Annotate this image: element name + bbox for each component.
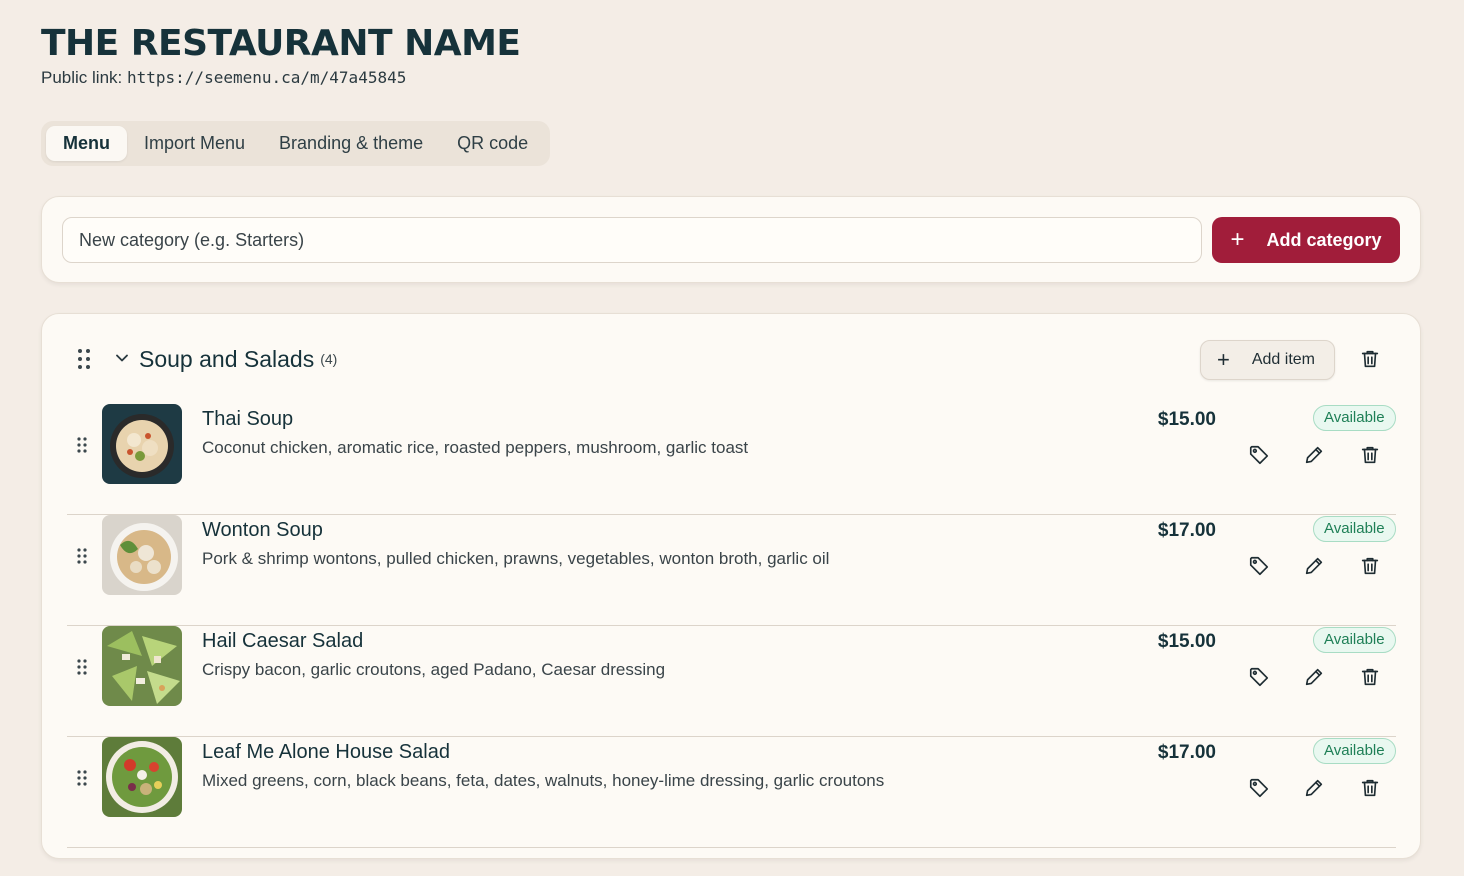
drag-handle-icon[interactable] <box>77 348 91 375</box>
item-photo[interactable] <box>102 404 182 484</box>
category-count: (4) <box>320 351 338 367</box>
category-name: Soup and Salads (4) <box>139 346 337 373</box>
drag-handle-icon[interactable] <box>77 770 87 791</box>
item-description: Crispy bacon, garlic croutons, aged Pada… <box>202 660 666 679</box>
add-item-label: Add item <box>1251 351 1315 368</box>
category-header: Soup and Salads (4) + Add item <box>42 340 1420 380</box>
add-category-button[interactable]: + Add category <box>1212 217 1400 263</box>
item-name: Thai Soup <box>202 408 294 430</box>
status-badge[interactable]: Available <box>1313 627 1396 653</box>
edit-pencil-icon[interactable] <box>1303 666 1325 693</box>
menu-item: Hail Caesar Salad Crispy bacon, garlic c… <box>67 626 1396 737</box>
add-category-label: Add category <box>1266 229 1382 250</box>
status-badge[interactable]: Available <box>1313 405 1396 431</box>
tag-icon[interactable] <box>1248 555 1270 582</box>
add-category-card: + Add category <box>41 196 1421 283</box>
menu-item: Leaf Me Alone House Salad Mixed greens, … <box>67 737 1396 848</box>
item-price: $15.00 <box>1157 409 1216 430</box>
status-badge[interactable]: Available <box>1313 738 1396 764</box>
edit-pencil-icon[interactable] <box>1303 555 1325 582</box>
item-photo[interactable] <box>102 737 182 817</box>
item-photo[interactable] <box>102 515 182 595</box>
public-link: Public link: https://seemenu.ca/m/47a458… <box>41 68 521 88</box>
tab-branding-theme[interactable]: Branding & theme <box>262 126 440 161</box>
tag-icon[interactable] <box>1248 777 1270 804</box>
item-description: Pork & shrimp wontons, pulled chicken, p… <box>202 549 830 568</box>
delete-icon[interactable] <box>1359 555 1381 582</box>
tab-import-menu[interactable]: Import Menu <box>127 126 262 161</box>
tab-menu[interactable]: Menu <box>46 126 127 161</box>
chevron-down-icon[interactable] <box>114 350 130 371</box>
delete-icon[interactable] <box>1359 777 1381 804</box>
category-card: Soup and Salads (4) + Add item Thai Soup… <box>41 313 1421 859</box>
public-link-url[interactable]: https://seemenu.ca/m/47a45845 <box>127 68 406 87</box>
item-photo[interactable] <box>102 626 182 706</box>
drag-handle-icon[interactable] <box>77 659 87 680</box>
item-price: $17.00 <box>1157 520 1216 541</box>
item-name: Hail Caesar Salad <box>202 630 364 652</box>
page-title: THE RESTAURANT NAME <box>41 23 521 64</box>
drag-handle-icon[interactable] <box>77 437 87 458</box>
menu-item: Thai Soup Coconut chicken, aromatic rice… <box>67 404 1396 515</box>
category-title: Soup and Salads <box>139 346 315 372</box>
item-name: Leaf Me Alone House Salad <box>202 741 450 763</box>
tab-bar: Menu Import Menu Branding & theme QR cod… <box>41 121 550 166</box>
status-badge[interactable]: Available <box>1313 516 1396 542</box>
edit-pencil-icon[interactable] <box>1303 444 1325 471</box>
tab-qr-code[interactable]: QR code <box>440 126 545 161</box>
plus-icon: + <box>1230 226 1245 253</box>
item-price: $17.00 <box>1157 742 1216 763</box>
delete-category-icon[interactable] <box>1359 348 1381 375</box>
page-header: THE RESTAURANT NAME Public link: https:/… <box>41 22 521 88</box>
drag-handle-icon[interactable] <box>77 548 87 569</box>
item-description: Coconut chicken, aromatic rice, roasted … <box>202 438 749 457</box>
add-item-button[interactable]: + Add item <box>1200 340 1335 380</box>
plus-icon: + <box>1217 347 1230 372</box>
item-description: Mixed greens, corn, black beans, feta, d… <box>202 771 885 790</box>
delete-icon[interactable] <box>1359 666 1381 693</box>
item-price: $15.00 <box>1157 631 1216 652</box>
delete-icon[interactable] <box>1359 444 1381 471</box>
public-link-label: Public link: <box>41 68 123 87</box>
item-name: Wonton Soup <box>202 519 323 541</box>
tag-icon[interactable] <box>1248 444 1270 471</box>
menu-item: Wonton Soup Pork & shrimp wontons, pulle… <box>67 515 1396 626</box>
tag-icon[interactable] <box>1248 666 1270 693</box>
edit-pencil-icon[interactable] <box>1303 777 1325 804</box>
new-category-input[interactable] <box>62 217 1202 263</box>
